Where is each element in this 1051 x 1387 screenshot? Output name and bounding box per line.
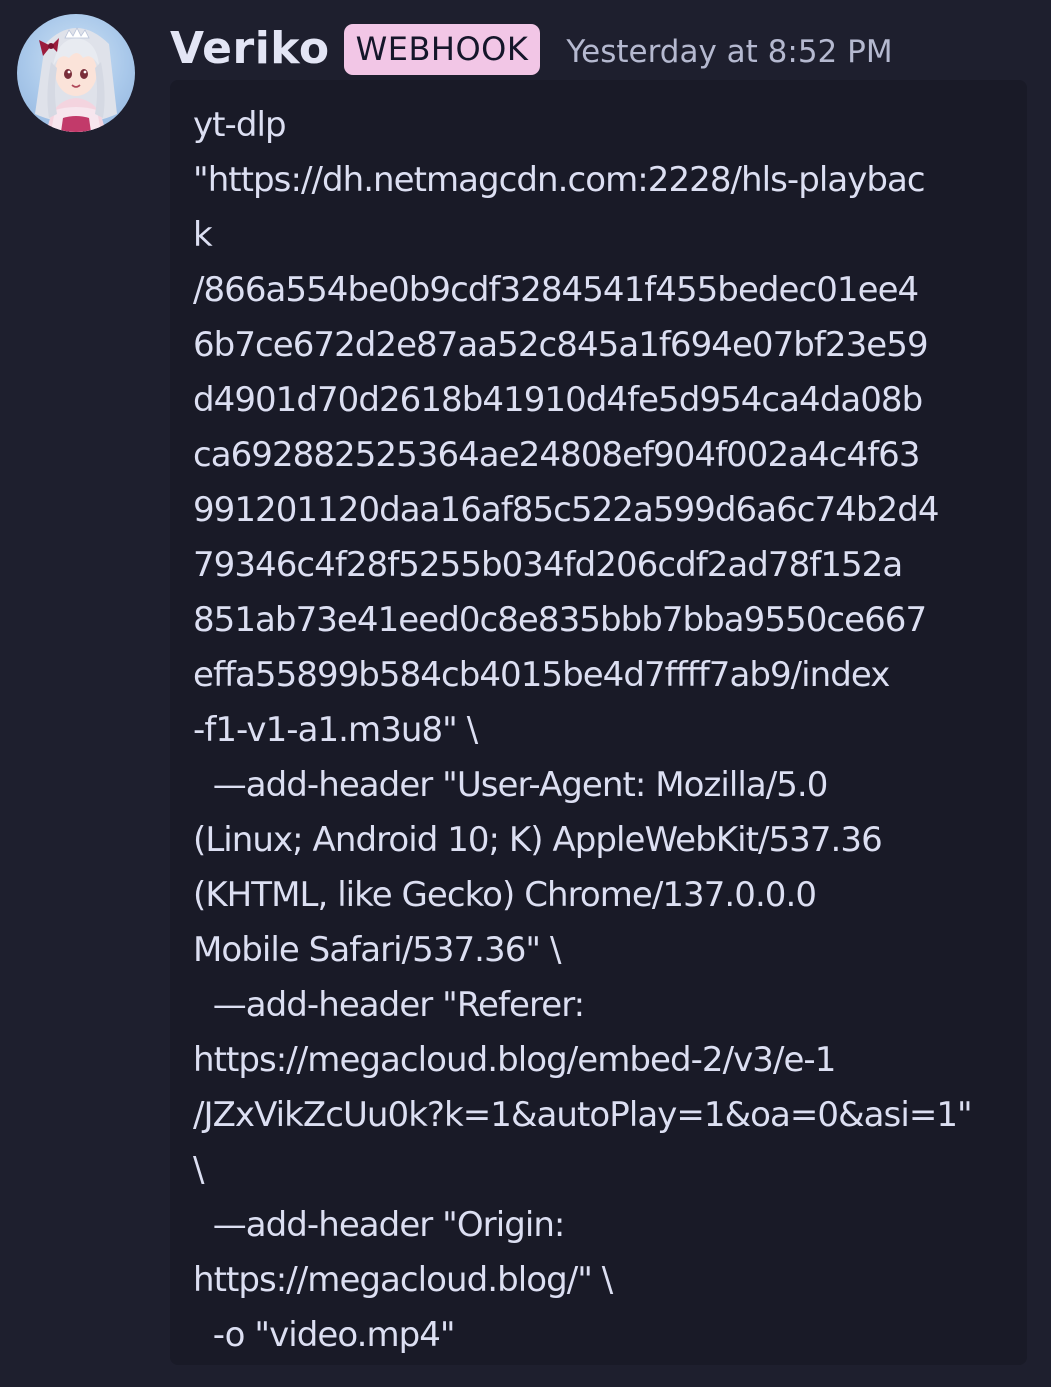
code-line: 851ab73e41eed0c8e835bbb7bba9550ce667: [193, 600, 927, 640]
code-line: -f1-v1-a1.m3u8" \: [193, 710, 478, 750]
code-line: d4901d70d2618b41910d4fe5d954ca4da08b: [193, 380, 923, 420]
code-line: ca692882525364ae24808ef904f002a4c4f63: [193, 435, 920, 475]
message-header: Veriko WEBHOOK Yesterday at 8:52 PM: [170, 18, 893, 80]
code-line: -o "video.mp4": [193, 1315, 456, 1355]
author-name[interactable]: Veriko: [170, 27, 330, 71]
code-line: \: [193, 1150, 204, 1190]
chat-message: Veriko WEBHOOK Yesterday at 8:52 PM yt-d…: [0, 0, 1051, 1387]
code-line: 6b7ce672d2e87aa52c845a1f694e07bf23e59: [193, 325, 929, 365]
code-line: /866a554be0b9cdf3284541f455bedec01ee4: [193, 270, 919, 310]
webhook-badge: WEBHOOK: [343, 23, 541, 75]
code-line: —add-header "Origin:: [193, 1205, 566, 1245]
code-line: "https://dh.netmagcdn.com:2228/hls-playb…: [193, 160, 926, 200]
code-block[interactable]: yt-dlp "https://dh.netmagcdn.com:2228/hl…: [170, 80, 1027, 1365]
code-line: —add-header "Referer:: [193, 985, 585, 1025]
code-line: /JZxVikZcUu0k?k=1&autoPlay=1&oa=0&asi=1": [193, 1095, 973, 1135]
code-line: 991201120daa16af85c522a599d6a6c74b2d4: [193, 490, 939, 530]
code-line: k: [193, 215, 213, 255]
code-block-text: yt-dlp "https://dh.netmagcdn.com:2228/hl…: [193, 98, 1027, 1363]
anime-girl-avatar-icon: [35, 27, 117, 132]
code-line: Mobile Safari/537.36" \: [193, 930, 561, 970]
code-line: (KHTML, like Gecko) Chrome/137.0.0.0: [193, 875, 817, 915]
code-line: effa55899b584cb4015be4d7ffff7ab9/index: [193, 655, 890, 695]
code-line: yt-dlp: [193, 105, 287, 145]
code-line: https://megacloud.blog/embed-2/v3/e-1: [193, 1040, 836, 1080]
message-timestamp[interactable]: Yesterday at 8:52 PM: [566, 31, 892, 68]
avatar[interactable]: [17, 14, 135, 132]
code-line: https://megacloud.blog/" \: [193, 1260, 613, 1300]
code-line: —add-header "User-Agent: Mozilla/5.0: [193, 765, 829, 805]
code-line: 79346c4f28f5255b034fd206cdf2ad78f152a: [193, 545, 903, 585]
code-line: (Linux; Android 10; K) AppleWebKit/537.3…: [193, 820, 883, 860]
